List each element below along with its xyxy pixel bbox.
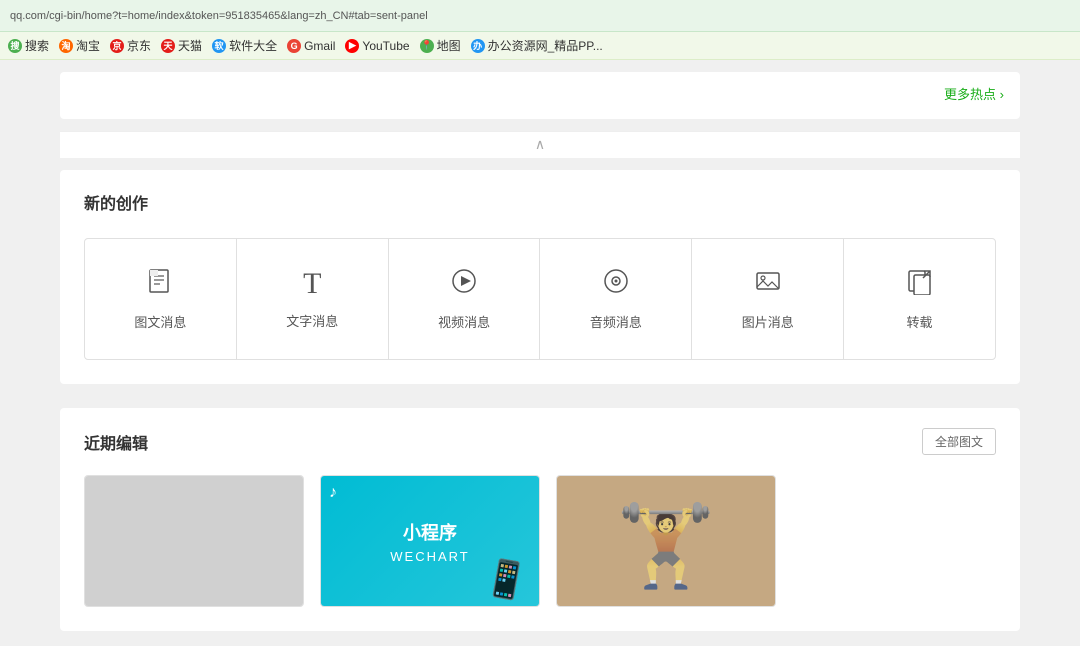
bookmark-search-label: 搜索 (25, 37, 49, 54)
bookmark-tmall-label: 天猫 (178, 37, 202, 54)
bookmark-map[interactable]: 📍 地图 (420, 37, 461, 54)
bookmark-jd-label: 京东 (127, 37, 151, 54)
office-icon: 办 (471, 39, 485, 53)
bookmark-office-label: 办公资源网_精品PP... (488, 37, 603, 54)
creation-item-image-label: 图片消息 (742, 312, 794, 331)
software-icon: 软 (212, 39, 226, 53)
creation-item-image[interactable]: 图片消息 (691, 238, 844, 360)
music-icon: ♪ (329, 484, 337, 502)
recent-thumb-sport: 🏋️ (557, 476, 775, 606)
bookmark-gmail[interactable]: G Gmail (287, 39, 335, 53)
bookmark-gmail-label: Gmail (304, 39, 335, 53)
audio-icon (602, 267, 630, 300)
recent-section: 近期编辑 全部图文 ♪ 小程序 WECHART 📱 🏋️ (60, 408, 1020, 631)
tmall-icon: 天 (161, 39, 175, 53)
creation-item-video-label: 视频消息 (438, 312, 490, 331)
hot-topics-section: 更多热点 › (60, 72, 1020, 119)
creation-item-audio[interactable]: 音频消息 (539, 238, 692, 360)
creation-item-share[interactable]: 转载 (843, 238, 996, 360)
bookmark-youtube-label: YouTube (362, 39, 409, 53)
map-icon: 📍 (420, 39, 434, 53)
recent-item-1[interactable] (84, 475, 304, 607)
creation-item-video[interactable]: 视频消息 (388, 238, 541, 360)
bookmark-map-label: 地图 (437, 37, 461, 54)
bookmark-youtube[interactable]: ▶ YouTube (345, 39, 409, 53)
creation-item-text-label: 文字消息 (286, 311, 338, 330)
creation-item-text[interactable]: T 文字消息 (236, 238, 389, 360)
creation-item-article-label: 图文消息 (134, 312, 186, 331)
recent-grid: ♪ 小程序 WECHART 📱 🏋️ (84, 475, 996, 607)
creation-grid: 图文消息 T 文字消息 视频消息 (84, 238, 996, 360)
view-all-button[interactable]: 全部图文 (922, 428, 996, 455)
teal-thumb-title: 小程序 (403, 519, 457, 545)
bookmark-taobao-label: 淘宝 (76, 37, 100, 54)
more-hot-link[interactable]: 更多热点 › (76, 80, 1004, 107)
creation-item-article[interactable]: 图文消息 (84, 238, 237, 360)
recent-thumb-teal: ♪ 小程序 WECHART 📱 (321, 476, 539, 606)
bookmark-taobao[interactable]: 淘 淘宝 (59, 37, 100, 54)
creation-item-share-label: 转载 (907, 312, 933, 331)
text-icon: T (303, 269, 321, 299)
article-icon (146, 267, 174, 300)
recent-item-2[interactable]: ♪ 小程序 WECHART 📱 (320, 475, 540, 607)
bookmark-software-label: 软件大全 (229, 37, 277, 54)
recent-item-3[interactable]: 🏋️ (556, 475, 776, 607)
share-icon (906, 267, 934, 300)
sport-figure-icon: 🏋️ (616, 499, 716, 593)
bookmark-search[interactable]: 搜 搜索 (8, 37, 49, 54)
main-content: 更多热点 › ∧ 新的创作 图文消息 (0, 60, 1080, 646)
bookmarks-bar: 搜 搜索 淘 淘宝 京 京东 天 天猫 软 软件大全 G Gmail ▶ You… (0, 32, 1080, 60)
gmail-icon: G (287, 39, 301, 53)
recent-section-header: 近期编辑 全部图文 (84, 428, 996, 455)
creation-title: 新的创作 (84, 190, 996, 214)
browser-url-bar: qq.com/cgi-bin/home?t=home/index&token=9… (0, 0, 1080, 32)
recent-thumb-gray (85, 476, 303, 606)
search-icon: 搜 (8, 39, 22, 53)
phone-icon: 📱 (481, 555, 532, 604)
collapse-icon: ∧ (535, 136, 545, 152)
url-text: qq.com/cgi-bin/home?t=home/index&token=9… (10, 10, 1070, 22)
recent-title: 近期编辑 (84, 430, 148, 454)
creation-item-audio-label: 音频消息 (590, 312, 642, 331)
taobao-icon: 淘 (59, 39, 73, 53)
jd-icon: 京 (110, 39, 124, 53)
teal-thumb-subtitle: WECHART (390, 549, 469, 564)
bookmark-jd[interactable]: 京 京东 (110, 37, 151, 54)
bookmark-software[interactable]: 软 软件大全 (212, 37, 277, 54)
creation-section: 新的创作 图文消息 T 文字消息 (60, 170, 1020, 384)
collapse-button[interactable]: ∧ (60, 131, 1020, 158)
image-icon (754, 267, 782, 300)
bookmark-tmall[interactable]: 天 天猫 (161, 37, 202, 54)
youtube-icon: ▶ (345, 39, 359, 53)
video-icon (450, 267, 478, 300)
bookmark-office[interactable]: 办 办公资源网_精品PP... (471, 37, 603, 54)
